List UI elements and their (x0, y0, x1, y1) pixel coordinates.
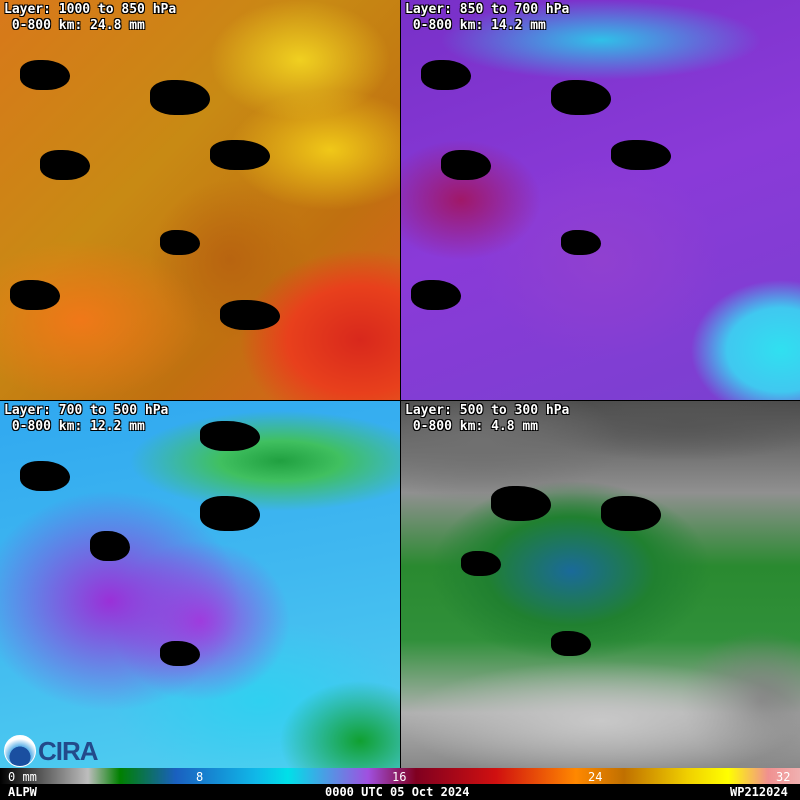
missing-data-area (551, 631, 591, 656)
missing-data-area (601, 496, 661, 531)
missing-data-area (421, 60, 471, 90)
missing-data-area (150, 80, 210, 115)
colorbar-tick: 16 (392, 770, 407, 784)
missing-data-area (20, 461, 70, 491)
missing-data-area (200, 496, 260, 531)
storm-id: WP212024 (730, 785, 788, 799)
missing-data-area (411, 280, 461, 310)
missing-data-area (200, 421, 260, 451)
panel-layer-label: Layer: 500 to 300 hPa (405, 403, 570, 418)
footer-bar: ALPW 0000 UTC 05 Oct 2024 WP212024 (0, 784, 800, 800)
panel-value-label: 0-800 km: 12.2 mm (4, 419, 145, 434)
missing-data-area (441, 150, 491, 180)
missing-data-area (220, 300, 280, 330)
panel-1000-850-hpa: Layer: 1000 to 850 hPa 0-800 km: 24.8 mm (0, 0, 400, 400)
missing-data-area (40, 150, 90, 180)
noaa-cira-logo: CIRA (4, 735, 99, 767)
cira-logo: CIRA (38, 735, 99, 766)
missing-data-area (491, 486, 551, 521)
missing-data-area (20, 60, 70, 90)
panel-500-300-hpa: Layer: 500 to 300 hPa 0-800 km: 4.8 mm (401, 401, 800, 768)
noaa-logo-icon (4, 735, 36, 767)
missing-data-area (551, 80, 611, 115)
missing-data-area (611, 140, 671, 170)
missing-data-area (210, 140, 270, 170)
panel-700-500-hpa: Layer: 700 to 500 hPa 0-800 km: 12.2 mm (0, 401, 400, 768)
missing-data-area (461, 551, 501, 576)
product-name: ALPW (8, 785, 37, 799)
panel-layer-label: Layer: 1000 to 850 hPa (4, 2, 177, 17)
colorbar-tick: 8 (196, 770, 204, 784)
valid-time: 0000 UTC 05 Oct 2024 (325, 785, 470, 799)
panel-layer-label: Layer: 700 to 500 hPa (4, 403, 169, 418)
panel-value-label: 0-800 km: 4.8 mm (405, 419, 539, 434)
missing-data-area (90, 531, 130, 561)
missing-data-area (561, 230, 601, 255)
panel-850-700-hpa: Layer: 850 to 700 hPa 0-800 km: 14.2 mm (401, 0, 800, 400)
panel-layer-label: Layer: 850 to 700 hPa (405, 2, 570, 17)
missing-data-area (160, 641, 200, 666)
colorbar-tick: 0 mm (8, 770, 37, 784)
colorbar-tick: 32 (776, 770, 791, 784)
colorbar-tick: 24 (588, 770, 603, 784)
missing-data-area (10, 280, 60, 310)
panel-value-label: 0-800 km: 14.2 mm (405, 18, 546, 33)
panel-value-label: 0-800 km: 24.8 mm (4, 18, 145, 33)
missing-data-area (160, 230, 200, 255)
